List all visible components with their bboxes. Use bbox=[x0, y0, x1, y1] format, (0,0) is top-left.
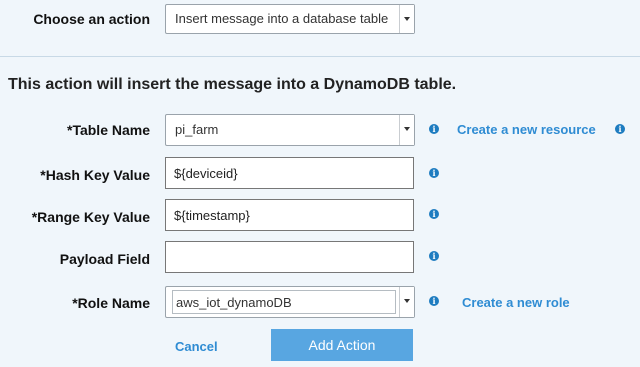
cancel-button[interactable]: Cancel bbox=[175, 339, 218, 354]
info-icon[interactable]: i bbox=[429, 209, 439, 219]
info-icon[interactable]: i bbox=[429, 124, 439, 134]
range-key-value: ${timestamp} bbox=[174, 208, 250, 223]
info-icon[interactable]: i bbox=[429, 168, 439, 178]
choose-action-value: Insert message into a database table bbox=[175, 11, 389, 26]
choose-action-select[interactable]: Insert message into a database table bbox=[165, 4, 415, 34]
role-name-label: *Role Name bbox=[72, 295, 150, 311]
range-key-input[interactable]: ${timestamp} bbox=[165, 199, 414, 231]
hash-key-label: *Hash Key Value bbox=[40, 167, 150, 183]
info-icon[interactable]: i bbox=[615, 124, 625, 134]
hash-key-input[interactable]: ${deviceid} bbox=[165, 157, 414, 189]
table-name-select[interactable]: pi_farm bbox=[165, 114, 415, 146]
info-icon[interactable]: i bbox=[429, 296, 439, 306]
section-divider bbox=[0, 56, 640, 57]
payload-field-input[interactable] bbox=[165, 241, 414, 273]
chevron-down-icon bbox=[399, 5, 414, 33]
role-name-value: aws_iot_dynamoDB bbox=[176, 295, 292, 310]
add-action-button[interactable]: Add Action bbox=[271, 329, 413, 361]
info-icon[interactable]: i bbox=[429, 251, 439, 261]
create-new-role-link[interactable]: Create a new role bbox=[462, 295, 570, 310]
choose-action-label: Choose an action bbox=[33, 11, 150, 27]
chevron-down-icon bbox=[399, 115, 414, 145]
hash-key-value: ${deviceid} bbox=[174, 166, 238, 181]
range-key-label: *Range Key Value bbox=[31, 209, 150, 225]
payload-field-label: Payload Field bbox=[59, 251, 150, 267]
role-name-select[interactable]: aws_iot_dynamoDB bbox=[165, 286, 415, 318]
action-description: This action will insert the message into… bbox=[8, 76, 457, 93]
create-new-resource-link[interactable]: Create a new resource bbox=[457, 122, 596, 137]
table-name-value: pi_farm bbox=[175, 122, 219, 137]
chevron-down-icon bbox=[399, 287, 414, 317]
table-name-label: *Table Name bbox=[67, 122, 150, 138]
